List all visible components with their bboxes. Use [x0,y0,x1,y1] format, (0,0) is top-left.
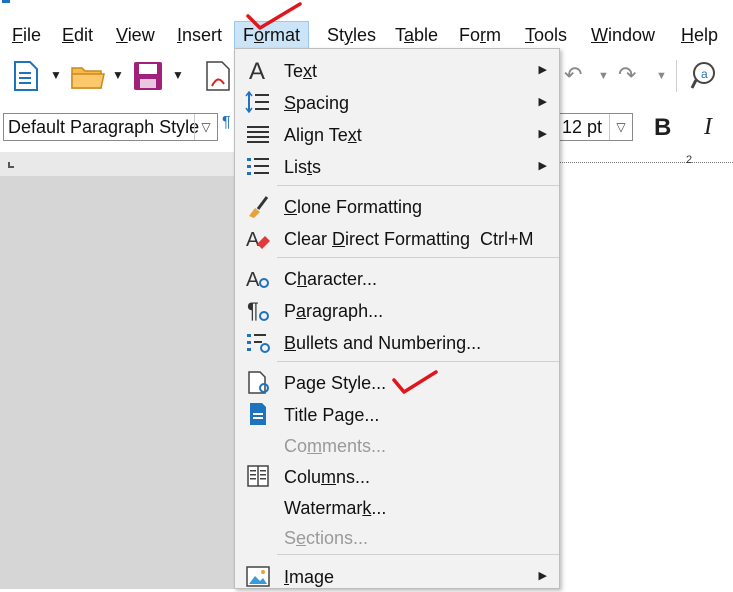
menu-form[interactable]: Form [459,24,501,46]
page-style-icon [248,371,269,394]
menu-separator [277,185,559,186]
character-settings-icon: A [246,269,269,290]
image-icon [246,566,270,587]
menu-item-title-page[interactable]: Title Page... [235,398,559,430]
menu-tools[interactable]: Tools [525,24,567,46]
text-a-icon: A [249,58,265,82]
redo-icon[interactable]: ↷ [618,62,636,88]
menu-separator [277,257,559,258]
menu-item-text[interactable]: A Text ▶ [235,54,559,86]
menu-item-character[interactable]: A Character... [235,262,559,294]
shortcut-label: Ctrl+M [480,229,534,249]
menu-item-bullets-numbering[interactable]: Bullets and Numbering... [235,326,559,358]
menu-item-spacing[interactable]: Spacing ▶ [235,86,559,118]
menu-item-clone-formatting[interactable]: Clone Formatting [235,190,559,222]
font-size-value: 12 pt [562,117,603,137]
open-folder-icon[interactable] [70,62,106,90]
menu-window[interactable]: Window [591,24,655,46]
bulleted-list-icon [247,158,269,175]
chevron-down-icon[interactable]: ▽ [609,114,632,140]
submenu-arrow-icon: ▶ [538,96,547,108]
document-page[interactable] [560,176,733,589]
save-dropdown-icon[interactable]: ▼ [172,68,184,82]
menu-insert[interactable]: Insert [177,24,222,46]
menu-view[interactable]: View [116,24,155,46]
redo-dropdown-icon[interactable]: ▼ [656,70,667,82]
align-justify-icon [247,126,269,143]
submenu-arrow-icon: ▶ [538,64,547,76]
italic-button[interactable]: I [704,114,712,141]
export-pdf-icon[interactable] [204,60,232,92]
undo-icon[interactable]: ↶ [564,62,582,88]
toolbar-separator [676,60,677,92]
menu-item-align-text[interactable]: Align Text ▶ [235,118,559,150]
save-icon[interactable] [132,60,164,92]
menu-item-image[interactable]: Image ▶ [235,560,559,592]
bold-button[interactable]: B [654,114,671,142]
svg-text:A: A [246,229,260,250]
menu-separator [277,361,559,362]
svg-text:A: A [246,269,260,290]
open-dropdown-icon[interactable]: ▼ [112,68,124,82]
bullets-numbering-icon [247,334,270,353]
checkmark-annotation-icon [246,2,302,30]
menu-edit[interactable]: Edit [62,24,93,46]
submenu-arrow-icon: ▶ [538,570,547,582]
menu-item-columns[interactable]: Columns... [235,460,559,492]
menu-help[interactable]: Help [681,24,718,46]
tab-stop-icon[interactable] [8,162,14,168]
menu-item-paragraph[interactable]: ¶ Paragraph... [235,294,559,326]
menu-table[interactable]: Table [395,24,438,46]
paragraph-settings-icon: ¶ [247,298,269,322]
font-size-combobox[interactable]: 12 pt ▽ [558,113,633,141]
line-spacing-icon [245,90,269,114]
window-edge [2,0,10,3]
submenu-arrow-icon: ▶ [538,160,547,172]
ruler-mark: 2 [686,154,693,166]
menubar: File Edit View Insert Format Styles Tabl… [0,0,733,52]
new-document-icon[interactable] [12,60,40,92]
title-page-icon [250,403,266,425]
chevron-down-icon[interactable]: ▽ [194,114,217,140]
find-replace-icon[interactable]: a [690,60,722,92]
ruler-ticks [560,162,733,167]
menu-item-sections[interactable]: Sections... [235,521,559,553]
menu-item-lists[interactable]: Lists ▶ [235,150,559,182]
columns-icon [247,465,269,487]
menu-file[interactable]: File [12,24,41,46]
checkmark-annotation-icon [392,370,438,394]
submenu-arrow-icon: ▶ [538,128,547,140]
clear-formatting-icon: A [246,229,270,250]
svg-text:¶: ¶ [247,298,259,322]
ruler-page-area: 2 [560,152,733,176]
paragraph-style-value: Default Paragraph Style [8,117,200,137]
menu-item-clear-direct-formatting[interactable]: A Clear Direct Formatting Ctrl+M [235,222,559,254]
new-dropdown-icon[interactable]: ▼ [50,68,62,82]
menu-item-comments[interactable]: Comments... [235,429,559,461]
format-menu: A Text ▶ Spacing ▶ Align Text ▶ Lists ▶ … [234,48,560,589]
menu-separator [277,554,559,555]
update-style-icon[interactable]: ¶ [222,114,234,140]
paintbrush-icon [249,196,269,218]
svg-text:a: a [701,67,708,81]
menu-styles[interactable]: Styles [327,24,376,46]
undo-dropdown-icon[interactable]: ▼ [598,70,609,82]
paragraph-style-combobox[interactable]: Default Paragraph Style ▽ [3,113,218,141]
menu-item-watermark[interactable]: Watermark... [235,491,559,523]
svg-text:A: A [249,58,265,82]
